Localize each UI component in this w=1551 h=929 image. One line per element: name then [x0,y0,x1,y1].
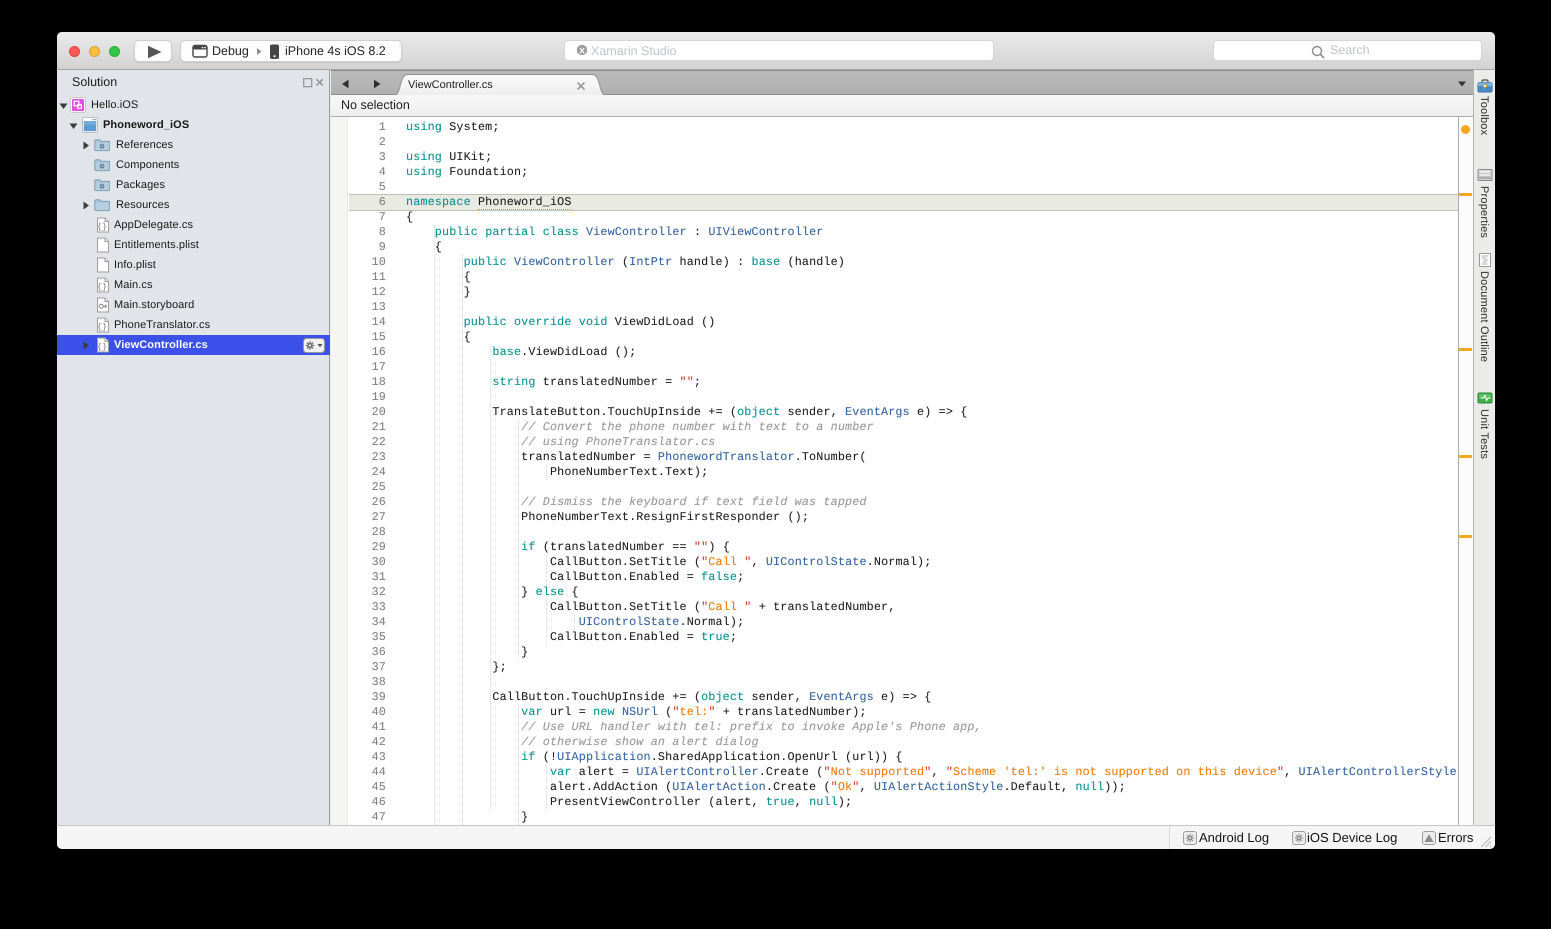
svg-text:{}: {} [97,222,107,232]
svg-text:{}: {} [97,322,107,332]
svg-text:{}: {} [97,342,107,352]
svg-text:{}: {} [97,282,107,292]
